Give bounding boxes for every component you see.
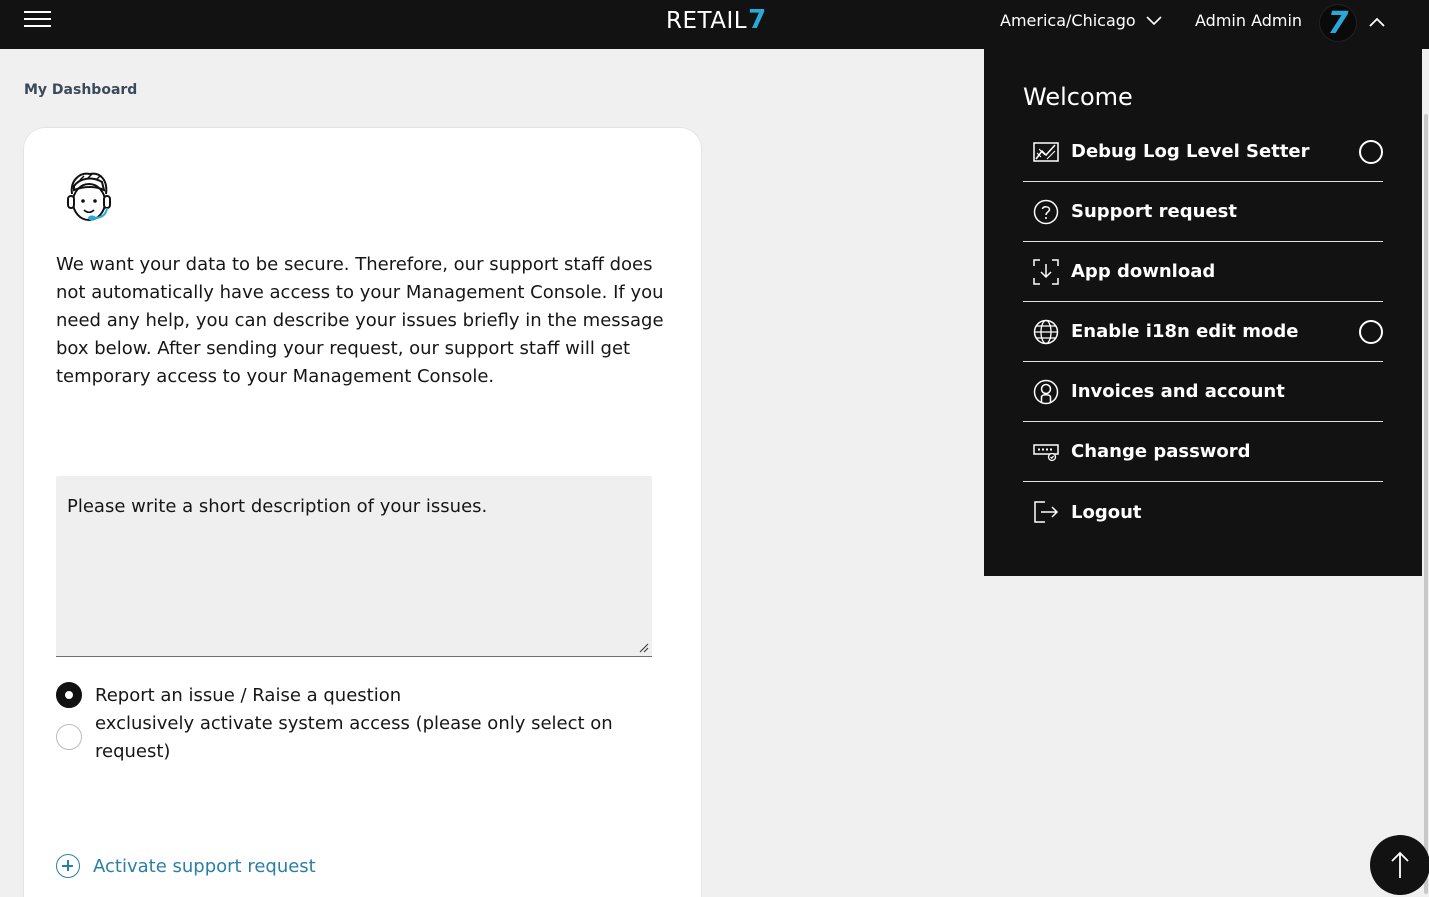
menu-item-i18n-edit-mode[interactable]: Enable i18n edit mode: [1023, 302, 1383, 362]
user-dropdown-panel: Welcome Debug Log Level Setter Support r…: [984, 49, 1422, 576]
logo-mark: 7: [748, 5, 767, 35]
resize-handle-icon[interactable]: [639, 643, 649, 653]
chevron-up-icon[interactable]: [1368, 15, 1386, 29]
menu-item-label: Enable i18n edit mode: [1071, 321, 1299, 342]
password-icon: [1032, 438, 1060, 466]
user-menu: Debug Log Level Setter Support request A…: [1023, 122, 1383, 542]
chevron-down-icon: [1146, 15, 1162, 25]
menu-item-invoices-account[interactable]: Invoices and account: [1023, 362, 1383, 422]
menu-item-debug-log-level[interactable]: Debug Log Level Setter: [1023, 122, 1383, 182]
scrollbar-thumb[interactable]: [1424, 114, 1428, 894]
activate-support-request-label: Activate support request: [93, 855, 316, 877]
issue-description-input[interactable]: [56, 476, 652, 656]
menu-item-app-download[interactable]: App download: [1023, 242, 1383, 302]
support-card: We want your data to be secure. Therefor…: [23, 127, 702, 897]
menu-item-label: Support request: [1071, 201, 1237, 222]
activate-support-request-button[interactable]: Activate support request: [56, 854, 316, 878]
chart-icon: [1032, 138, 1060, 166]
radio-system-access[interactable]: exclusively activate system access (plea…: [56, 710, 625, 766]
logout-icon: [1032, 498, 1060, 526]
menu-item-label: App download: [1071, 261, 1216, 282]
menu-item-logout[interactable]: Logout: [1023, 482, 1383, 542]
hamburger-menu-icon[interactable]: [24, 9, 52, 27]
radio-button-checked[interactable]: [56, 682, 82, 708]
retail7-logo[interactable]: RETAIL 7: [666, 5, 767, 35]
back-to-top-button[interactable]: [1370, 835, 1429, 895]
avatar[interactable]: 7: [1319, 4, 1357, 42]
i18n-edit-toggle[interactable]: [1359, 320, 1383, 344]
question-icon: [1032, 198, 1060, 226]
menu-item-support-request[interactable]: Support request: [1023, 182, 1383, 242]
intro-text: We want your data to be secure. Therefor…: [56, 254, 664, 387]
timezone-selector[interactable]: America/Chicago: [1000, 11, 1162, 30]
menu-item-label: Debug Log Level Setter: [1071, 141, 1310, 162]
breadcrumb[interactable]: My Dashboard: [24, 82, 137, 98]
panel-title: Welcome: [1023, 83, 1133, 111]
radio-label-report-issue: Report an issue / Raise a question: [95, 685, 402, 706]
menu-item-label: Invoices and account: [1071, 381, 1285, 402]
issue-description-field-wrapper: [56, 476, 652, 657]
menu-item-label: Logout: [1071, 501, 1142, 523]
debug-log-toggle[interactable]: [1359, 140, 1383, 164]
top-bar: RETAIL 7 America/Chicago Admin Admin 7: [0, 0, 1429, 49]
arrow-up-icon: [1391, 851, 1409, 878]
logo-text: RETAIL: [666, 8, 748, 34]
download-icon: [1032, 258, 1060, 286]
menu-item-change-password[interactable]: Change password: [1023, 422, 1383, 482]
radio-button-unchecked[interactable]: [56, 724, 82, 750]
account-icon: [1032, 378, 1060, 406]
page-scrollbar[interactable]: [1422, 49, 1429, 897]
timezone-label: America/Chicago: [1000, 11, 1136, 30]
user-name[interactable]: Admin Admin: [1195, 11, 1302, 30]
support-agent-icon: [67, 172, 111, 221]
radio-label-system-access: exclusively activate system access (plea…: [95, 713, 613, 762]
radio-report-issue[interactable]: Report an issue / Raise a question: [56, 682, 625, 710]
plus-circle-icon: [56, 854, 80, 878]
menu-item-label: Change password: [1071, 441, 1251, 462]
globe-icon: [1032, 318, 1060, 346]
